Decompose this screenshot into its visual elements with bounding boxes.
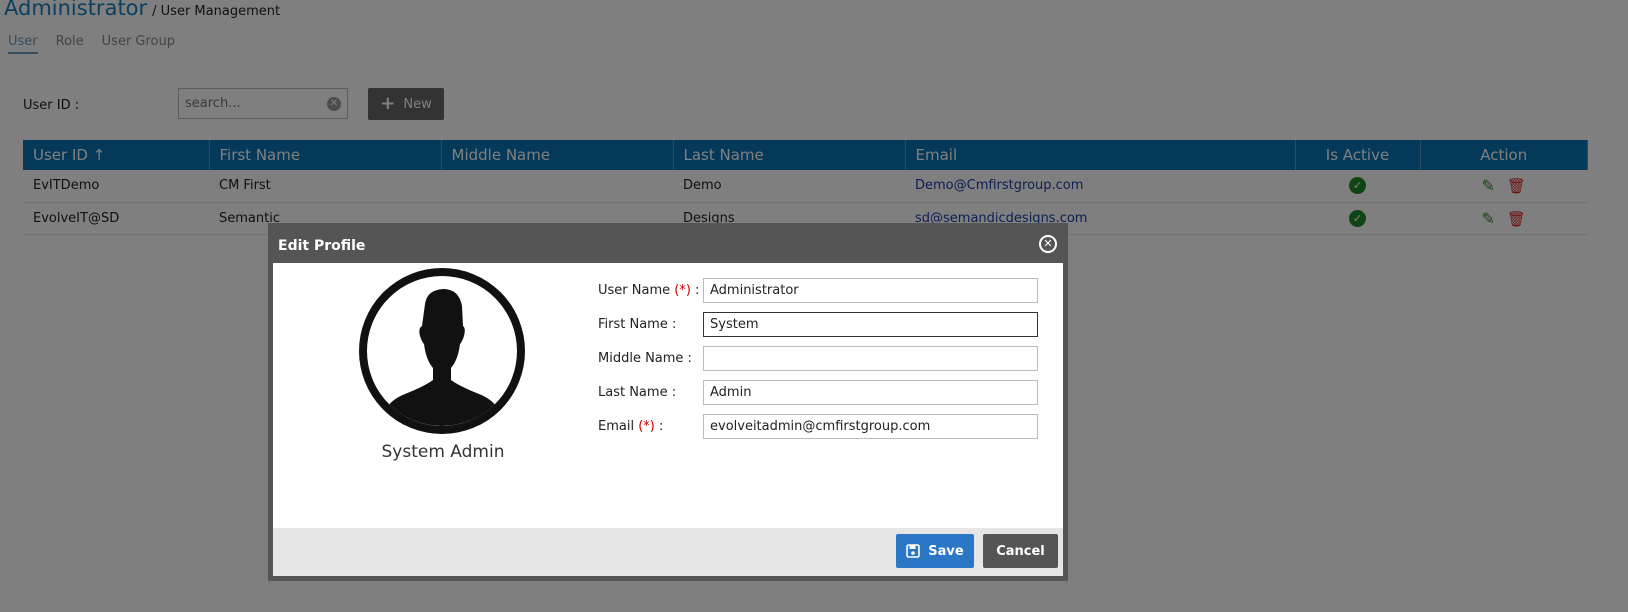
middle-name-row: Middle Name : <box>598 346 1038 371</box>
user-management-page: Administrator / User Management User Rol… <box>0 0 1628 612</box>
last-name-row: Last Name : <box>598 380 1038 405</box>
user-name-label-colon: : <box>690 283 700 298</box>
first-name-row: First Name : <box>598 312 1038 337</box>
dialog-title: Edit Profile <box>278 237 366 254</box>
user-name-row: User Name (*) : <box>598 278 1038 303</box>
middle-name-label: Middle Name : <box>598 351 692 366</box>
save-button-label: Save <box>928 543 964 559</box>
user-name-label: User Name (*) : <box>598 283 703 298</box>
last-name-field[interactable] <box>703 380 1038 405</box>
cancel-button-label: Cancel <box>996 543 1045 559</box>
cancel-button[interactable]: Cancel <box>983 534 1058 568</box>
email-label-text: Email <box>598 419 635 434</box>
dialog-header: Edit Profile <box>273 228 1063 263</box>
email-field[interactable] <box>703 414 1038 439</box>
user-name-field[interactable] <box>703 278 1038 303</box>
dialog-footer: Save Cancel <box>273 528 1063 576</box>
required-marker: (*) <box>674 283 691 298</box>
user-silhouette-icon <box>377 289 507 426</box>
edit-profile-dialog: Edit Profile ✕ System Admin User Name (*… <box>268 223 1068 581</box>
avatar-display-name: System Admin <box>381 442 505 462</box>
save-button[interactable]: Save <box>896 534 974 568</box>
last-name-label: Last Name : <box>598 385 677 400</box>
first-name-field[interactable] <box>703 312 1038 337</box>
first-name-label: First Name : <box>598 317 677 332</box>
email-label: Email (*) : <box>598 419 703 434</box>
email-label-colon: : <box>654 419 664 434</box>
close-icon[interactable]: ✕ <box>1039 235 1057 253</box>
user-name-label-text: User Name <box>598 283 671 298</box>
middle-name-field[interactable] <box>703 346 1038 371</box>
floppy-disk-icon <box>906 544 921 558</box>
email-row: Email (*) : <box>598 414 1038 439</box>
avatar <box>359 268 525 434</box>
required-marker: (*) <box>638 419 655 434</box>
